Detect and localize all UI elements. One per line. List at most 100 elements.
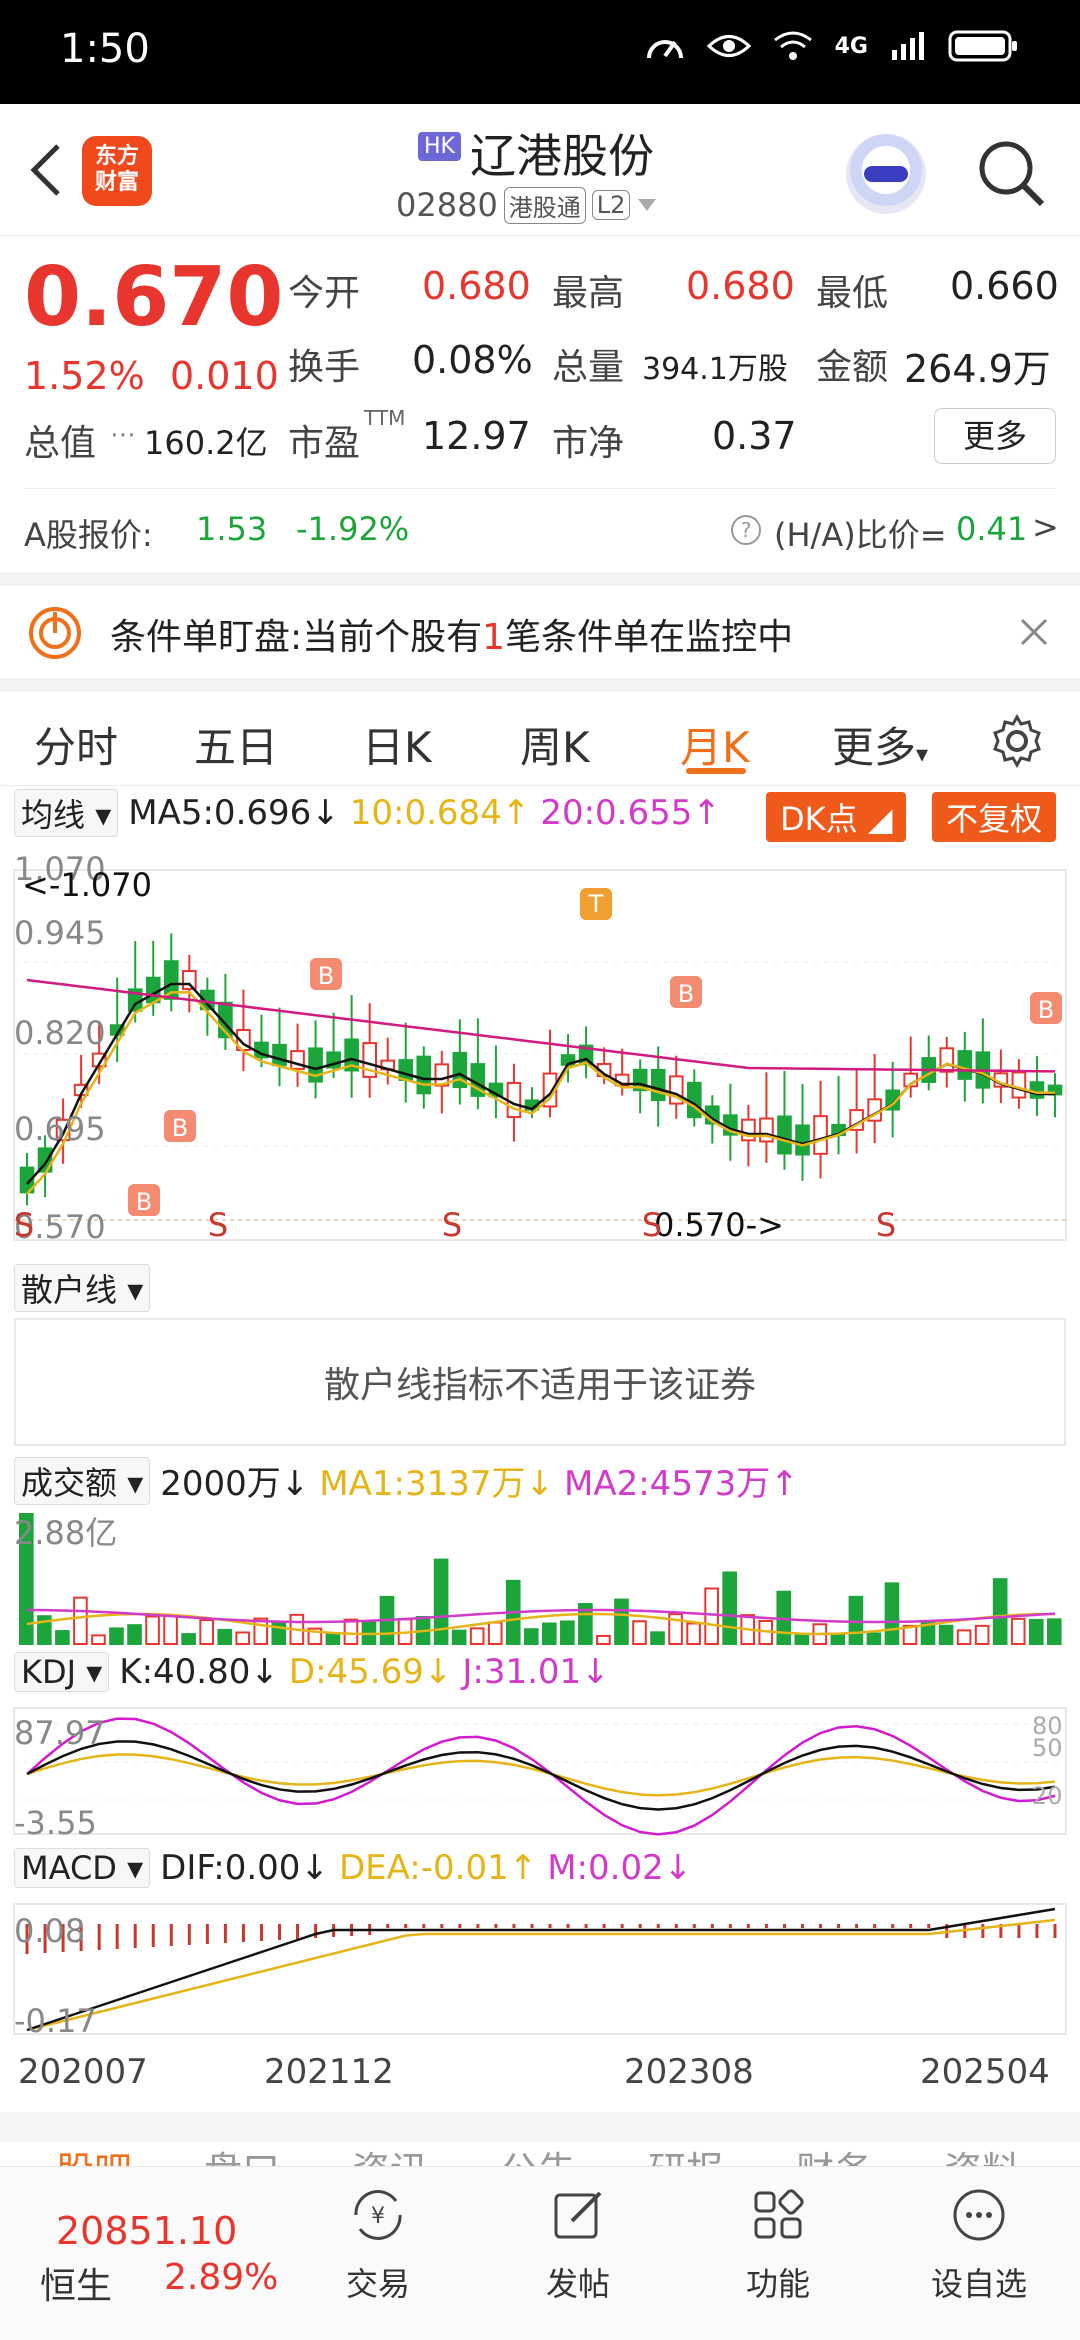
- stock-code: 02880: [396, 186, 498, 224]
- tab-intraday[interactable]: 分时: [34, 714, 118, 775]
- volume-bar: [542, 1622, 557, 1646]
- macd-selector[interactable]: MACD ▾: [14, 1848, 151, 1888]
- stock-code-row[interactable]: 02880 港股通 L2: [396, 186, 658, 224]
- chart-tabs: 分时 五日 日K 周K 月K 更多▾: [0, 692, 1080, 786]
- retail-selector[interactable]: 散户线 ▾: [14, 1264, 151, 1312]
- macd-indicator-bar: MACD ▾ DIF:0.00↓ DEA:-0.01↑ M:0.02↓: [14, 1848, 692, 1888]
- last-price: 0.670: [24, 250, 284, 345]
- nav-trade[interactable]: ¥ 交易: [318, 2185, 438, 2305]
- kdj-chart[interactable]: 87.97 -3.55 80 50 20: [0, 1704, 1080, 1838]
- target-icon: [29, 607, 81, 659]
- kline-candle: [1011, 1071, 1027, 1099]
- edit-post-icon: [554, 2191, 602, 2239]
- volume-bar: [343, 1618, 359, 1645]
- caret-down-icon: [638, 199, 657, 211]
- tab-daily-k[interactable]: 日K: [362, 714, 432, 775]
- volume-bar: [451, 1629, 467, 1646]
- volume-chart[interactable]: 2.88亿: [0, 1506, 1080, 1648]
- tab-more-label: 更多: [832, 723, 917, 772]
- sell-marker: S: [642, 1206, 662, 1244]
- buy-marker-label: B: [678, 980, 694, 1008]
- no-adjust-button[interactable]: 不复权: [932, 792, 1057, 842]
- macd-m-text: M:0.02: [547, 1848, 664, 1888]
- ma20-text: 20:0.655: [540, 793, 693, 833]
- nav-add-watchlist-label: 设自选: [930, 2265, 1027, 2303]
- volume-bar: [1046, 1618, 1062, 1645]
- gear-icon[interactable]: [990, 714, 1044, 768]
- nav-post[interactable]: 发帖: [518, 2185, 638, 2305]
- more-circle-icon: [953, 2189, 1005, 2241]
- change-pct: 1.52%: [24, 354, 145, 398]
- mktcap-value: 160.2亿: [144, 424, 268, 462]
- kline-candle: [813, 1115, 828, 1155]
- kdj-selector[interactable]: KDJ ▾: [14, 1652, 110, 1692]
- x-tick-4: 202504: [920, 2052, 1050, 2092]
- volume-bar: [235, 1631, 251, 1646]
- kline-candle: [957, 1050, 973, 1080]
- volume-bar: [487, 1621, 503, 1646]
- close-icon[interactable]: [1018, 616, 1050, 648]
- volume-bar: [217, 1628, 233, 1646]
- volume-label: 总量: [552, 347, 625, 388]
- condition-order-banner[interactable]: 条件单盯盘:当前个股有1笔条件单在监控中: [0, 586, 1080, 678]
- tab-more[interactable]: 更多▾: [832, 714, 928, 775]
- volume-selector[interactable]: 成交额 ▾: [14, 1456, 151, 1505]
- ma5-value: MA5:0.696↓: [128, 793, 340, 833]
- pe-ttm-sup: TTM: [364, 406, 406, 430]
- macd-top-tick: 0.08: [14, 1912, 85, 1950]
- volume-bar: [469, 1627, 485, 1645]
- ma5-text: MA5:0.696: [128, 793, 312, 833]
- tab-five-day[interactable]: 五日: [194, 714, 278, 775]
- volume-bar: [794, 1633, 810, 1645]
- nav-add-watchlist[interactable]: 设自选: [912, 2185, 1046, 2305]
- volume-bar: [199, 1619, 214, 1646]
- tab-weekly-k[interactable]: 周K: [520, 714, 590, 775]
- svg-text:¥: ¥: [371, 2204, 385, 2229]
- volume-bar: [127, 1624, 142, 1645]
- volume-bar: [1010, 1617, 1026, 1645]
- active-tab-indicator: [686, 768, 746, 774]
- dk-label: DK点: [780, 800, 858, 838]
- macd-chart[interactable]: 0.08 -0.17: [0, 1900, 1080, 2040]
- x-tick-3: 202308: [624, 2052, 754, 2092]
- more-dots-icon[interactable]: ⋯: [110, 420, 136, 450]
- volume-top-tick: 2.88亿: [14, 1514, 117, 1552]
- condition-title: 条件单盯盘:: [110, 617, 303, 658]
- kline-candle: [145, 976, 161, 1004]
- trade-yen-icon: ¥: [354, 2190, 402, 2240]
- volume-bar: [145, 1615, 160, 1646]
- kline-chart[interactable]: 1.070 <-1.070 0.945 0.820 0.695 0.570 0.…: [0, 840, 1080, 1250]
- index-ticker[interactable]: 20851.10 恒生 2.89%: [26, 2189, 286, 2319]
- dk-point-button[interactable]: DK点 ◢: [766, 792, 907, 842]
- y-tick-4: 0.695: [14, 1110, 106, 1148]
- sell-marker: S: [14, 1206, 34, 1244]
- ma-selector[interactable]: 均线 ▾: [14, 789, 119, 837]
- kline-candle: [1029, 1081, 1045, 1099]
- ma10-text: 10:0.684: [349, 793, 502, 833]
- sell-marker: S: [876, 1206, 896, 1244]
- assistant-robot-icon[interactable]: [846, 134, 926, 214]
- x-tick-1: 202007: [18, 2052, 148, 2092]
- logo-text: 财富: [94, 170, 139, 195]
- retail-message: 散户线指标不适用于该证券: [14, 1318, 1066, 1446]
- help-icon[interactable]: ?: [730, 514, 762, 546]
- bottom-nav: 20851.10 恒生 2.89% ¥ 交易 发帖 功能 设自选: [0, 2166, 1080, 2340]
- macd-selector-label: MACD: [21, 1849, 117, 1887]
- search-icon[interactable]: [976, 138, 1046, 208]
- open-value: 0.680: [422, 264, 531, 308]
- volume-bar: [974, 1624, 990, 1645]
- nav-functions[interactable]: 功能: [718, 2185, 838, 2305]
- kdj-j: J:31.01↓: [462, 1652, 610, 1692]
- volume-bar: [181, 1633, 196, 1645]
- nav-post-label: 发帖: [545, 2265, 610, 2303]
- volume-unit: 2000万↓: [160, 1464, 310, 1504]
- speed-icon: [646, 40, 683, 59]
- volume-indicator-bar: 成交额 ▾ 2000万↓ MA1:3137万↓ MA2:4573万↑: [14, 1456, 799, 1505]
- back-icon[interactable]: [22, 140, 72, 200]
- a-share-row[interactable]: A股报价: 1.53 -1.92% ? (H/A)比价= 0.41 >: [0, 490, 1080, 570]
- a-share-label: A股报价:: [24, 516, 153, 554]
- volume-bar: [325, 1632, 341, 1646]
- tab-monthly-k[interactable]: 月K: [680, 714, 750, 775]
- more-button[interactable]: 更多: [934, 408, 1056, 464]
- low-value: 0.660: [950, 264, 1059, 308]
